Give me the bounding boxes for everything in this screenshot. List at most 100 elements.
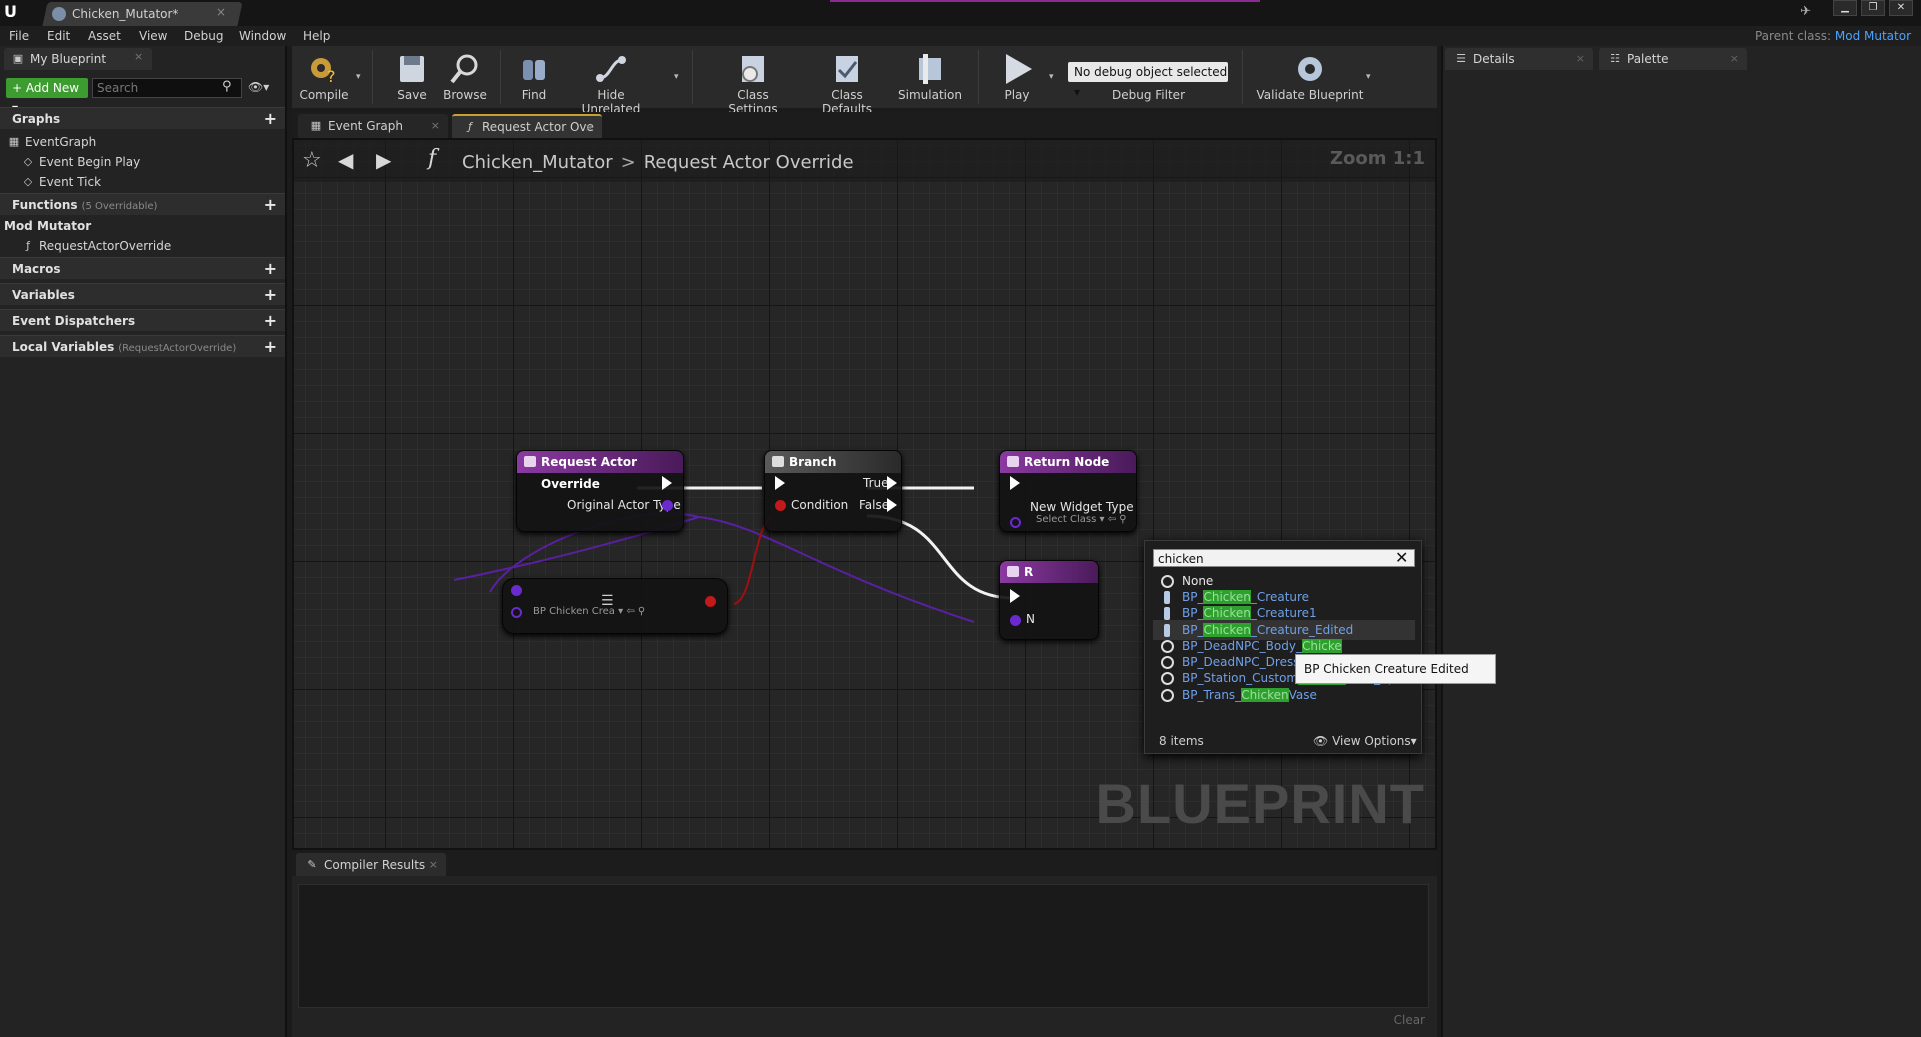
validate-blueprint-button[interactable]: Validate Blueprint	[1254, 52, 1366, 106]
compile-button[interactable]: ? Compile	[296, 52, 352, 106]
hide-unrelated-button[interactable]: Hide Unrelated	[568, 52, 654, 116]
right-panel: ☰ Details × ☷ Palette ×	[1441, 46, 1921, 1037]
search-icon[interactable]: ⚲	[222, 79, 232, 94]
close-icon[interactable]: ×	[431, 119, 440, 132]
section-macros[interactable]: Macros +	[0, 257, 285, 279]
exec-out-pin[interactable]	[662, 476, 672, 490]
tree-item-request-actor-override[interactable]: ƒ RequestActorOverride	[22, 239, 171, 253]
menu-asset[interactable]: Asset	[88, 29, 121, 43]
class-search-input[interactable]: chicken	[1153, 549, 1415, 567]
menu-window[interactable]: Window	[239, 29, 286, 43]
save-button[interactable]: Save	[392, 52, 432, 106]
menu-debug[interactable]: Debug	[184, 29, 223, 43]
tab-event-graph[interactable]: ▦ Event Graph ×	[298, 114, 448, 138]
class-in-pin[interactable]	[1010, 517, 1021, 528]
close-icon[interactable]: ×	[585, 121, 594, 134]
section-variables[interactable]: Variables +	[0, 283, 285, 305]
class-option-pin[interactable]	[511, 607, 522, 618]
node-header[interactable]: Return Node	[1000, 451, 1136, 473]
section-local-variables[interactable]: Local Variables (RequestActorOverride) +	[0, 335, 285, 357]
tree-item-event-begin-play[interactable]: ◇ Event Begin Play	[22, 155, 140, 169]
add-macro-icon[interactable]: +	[264, 259, 277, 278]
add-new-button[interactable]: + Add New ▾	[6, 78, 88, 115]
add-graph-icon[interactable]: +	[264, 109, 277, 128]
node-return-2[interactable]: R N	[999, 560, 1099, 640]
tree-item-eventgraph[interactable]: ▦ EventGraph	[8, 135, 96, 149]
palette-tab[interactable]: ☷ Palette ×	[1599, 48, 1747, 70]
local-vars-scope: (RequestActorOverride)	[118, 343, 237, 354]
menu-edit[interactable]: Edit	[47, 29, 70, 43]
menu-file[interactable]: File	[9, 29, 29, 43]
document-tab-content[interactable]: Chicken_Mutator*	[52, 6, 232, 22]
my-blueprint-tab[interactable]: ▣ My Blueprint	[4, 48, 152, 70]
chevron-down-icon[interactable]: ▾	[356, 72, 361, 82]
section-functions[interactable]: Functions (5 Overridable) +	[0, 193, 285, 215]
chevron-down-icon[interactable]: ▾	[674, 72, 679, 82]
close-icon[interactable]: ×	[1730, 52, 1739, 65]
toolbar-separator	[500, 50, 501, 104]
chevron-down-icon[interactable]: ▾	[1049, 72, 1054, 82]
clear-search-icon[interactable]: ✕	[1395, 548, 1408, 567]
class-out-pin[interactable]	[662, 500, 673, 511]
true-pin[interactable]	[887, 476, 897, 490]
restore-button[interactable]: ❐	[1861, 0, 1885, 16]
search-input[interactable]: Search	[92, 78, 242, 98]
function-node-icon	[1007, 456, 1019, 467]
bool-out-pin[interactable]	[705, 596, 716, 607]
close-window-button[interactable]: ✕	[1889, 0, 1913, 16]
node-header[interactable]: Request Actor Override	[517, 451, 683, 491]
tree-item-event-tick[interactable]: ◇ Event Tick	[22, 175, 101, 189]
node-header[interactable]: R	[1000, 561, 1098, 583]
section-graphs[interactable]: Graphs +	[0, 107, 285, 129]
chevron-down-icon[interactable]: ▾	[1366, 72, 1371, 82]
close-icon[interactable]: ×	[1576, 52, 1585, 65]
menu-help[interactable]: Help	[303, 29, 330, 43]
pin-label: False	[859, 498, 890, 512]
tab-compiler-results[interactable]: ✎ Compiler Results ×	[296, 853, 446, 876]
node-return[interactable]: Return Node New Widget Type Select Class…	[999, 450, 1137, 532]
class-settings-icon	[742, 56, 764, 82]
class-option[interactable]: BP_Trans_ChickenVase	[1153, 685, 1415, 705]
clear-button[interactable]: Clear	[1394, 1013, 1425, 1027]
node-branch[interactable]: Branch Condition True False	[764, 450, 902, 532]
exec-in-pin[interactable]	[1010, 476, 1020, 490]
condition-pin[interactable]	[775, 500, 786, 511]
class-picker-dropdown[interactable]: BP Chicken Crea ▾ ⇦ ⚲	[533, 606, 645, 617]
select-class-dropdown[interactable]: Select Class ▾ ⇦ ⚲	[1036, 514, 1127, 525]
false-pin[interactable]	[887, 498, 897, 512]
eye-icon[interactable]: 👁▾	[248, 80, 269, 94]
tab-request-actor-override[interactable]: ƒ Request Actor Ove ×	[452, 114, 602, 138]
minimize-button[interactable]: ▁	[1833, 0, 1857, 16]
simulation-button[interactable]: Simulation	[898, 52, 962, 106]
notification-icon[interactable]: ✈	[1800, 4, 1811, 19]
node-title: Branch	[789, 455, 837, 469]
exec-in-pin[interactable]	[1010, 589, 1020, 603]
node-select[interactable]: ☰ BP Chicken Crea ▾ ⇦ ⚲	[502, 578, 728, 634]
browse-button[interactable]: Browse	[440, 52, 490, 106]
section-event-dispatchers[interactable]: Event Dispatchers +	[0, 309, 285, 331]
debug-object-value: No debug object selected	[1074, 65, 1228, 79]
find-button[interactable]: Find	[514, 52, 554, 106]
mod-mutator-category[interactable]: Mod Mutator	[4, 219, 91, 233]
node-request-actor-override[interactable]: Request Actor Override Original Actor Ty…	[516, 450, 684, 532]
close-icon[interactable]: ×	[216, 5, 226, 19]
play-button[interactable]: Play	[992, 52, 1042, 106]
class-in-pin[interactable]	[511, 585, 522, 596]
add-variable-icon[interactable]: +	[264, 285, 277, 304]
class-settings-button[interactable]: Class Settings	[712, 52, 794, 116]
node-header[interactable]: Branch	[765, 451, 901, 473]
close-icon[interactable]: ×	[134, 50, 143, 63]
debug-object-select[interactable]: No debug object selected ▾	[1068, 62, 1228, 99]
class-in-pin[interactable]	[1010, 615, 1021, 626]
add-dispatcher-icon[interactable]: +	[264, 311, 277, 330]
menu-view[interactable]: View	[139, 29, 167, 43]
add-function-icon[interactable]: +	[264, 195, 277, 214]
class-picker-popup[interactable]: chicken ✕ None BP_Chicken_Creature BP_Chic…	[1144, 540, 1422, 754]
add-local-variable-icon[interactable]: +	[264, 337, 277, 356]
class-defaults-button[interactable]: Class Defaults	[806, 52, 888, 116]
details-tab[interactable]: ☰ Details ×	[1445, 48, 1593, 70]
parent-class-link[interactable]: Mod Mutator	[1835, 29, 1911, 43]
close-icon[interactable]: ×	[429, 858, 438, 871]
view-options-button[interactable]: 👁 View Options▾	[1313, 734, 1417, 748]
exec-in-pin[interactable]	[775, 476, 785, 490]
